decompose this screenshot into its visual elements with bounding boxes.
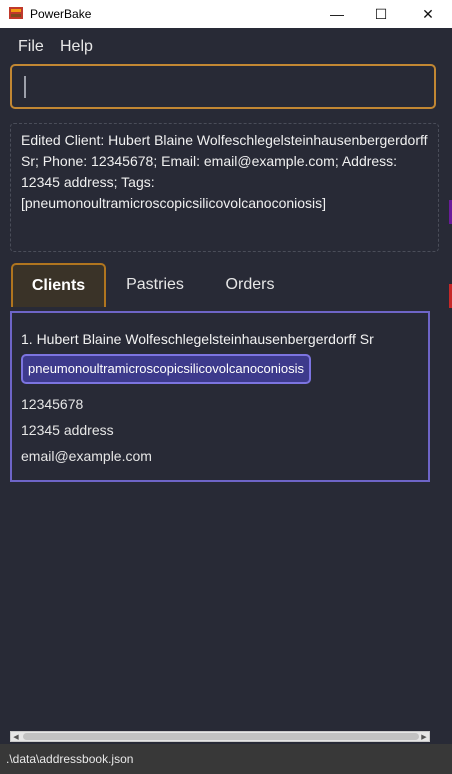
menu-file[interactable]: File [18, 38, 44, 56]
title-bar: PowerBake — ☐ ✕ [0, 0, 452, 28]
client-phone: 12345678 [21, 396, 84, 412]
client-name: 1. Hubert Blaine Wolfeschlegelsteinhause… [21, 331, 374, 347]
maximize-icon: ☐ [374, 5, 388, 22]
client-email: email@example.com [21, 448, 152, 464]
result-display: Edited Client: Hubert Blaine Wolfeschleg… [10, 123, 439, 252]
window-title: PowerBake [30, 7, 92, 21]
scroll-right-icon[interactable]: ▶ [419, 732, 429, 741]
close-button[interactable]: ✕ [405, 0, 451, 28]
client-address: 12345 address [21, 422, 114, 438]
app-icon [9, 7, 23, 19]
client-tag: pneumonoultramicroscopicsilicovolcanocon… [21, 354, 312, 384]
scroll-left-icon[interactable]: ◀ [11, 732, 21, 741]
scrollbar-thumb[interactable] [23, 733, 419, 740]
minimize-icon: — [330, 6, 344, 22]
maximize-button[interactable]: ☐ [358, 0, 404, 28]
minimize-button[interactable]: — [314, 0, 360, 28]
text-caret [24, 76, 26, 98]
tab-pastries[interactable]: Pastries [112, 263, 198, 307]
data-file-path: .\data\addressbook.json [6, 752, 134, 766]
tab-clients[interactable]: Clients [11, 263, 106, 307]
menu-help[interactable]: Help [60, 38, 93, 56]
command-input[interactable] [10, 64, 436, 109]
horizontal-scrollbar[interactable]: ◀ ▶ [10, 731, 430, 742]
close-icon: ✕ [422, 5, 434, 22]
tab-orders[interactable]: Orders [208, 263, 292, 307]
client-list-panel: 1. Hubert Blaine Wolfeschlegelsteinhause… [10, 311, 430, 482]
menu-bar: File Help [0, 28, 452, 62]
status-bar: .\data\addressbook.json [0, 744, 452, 774]
